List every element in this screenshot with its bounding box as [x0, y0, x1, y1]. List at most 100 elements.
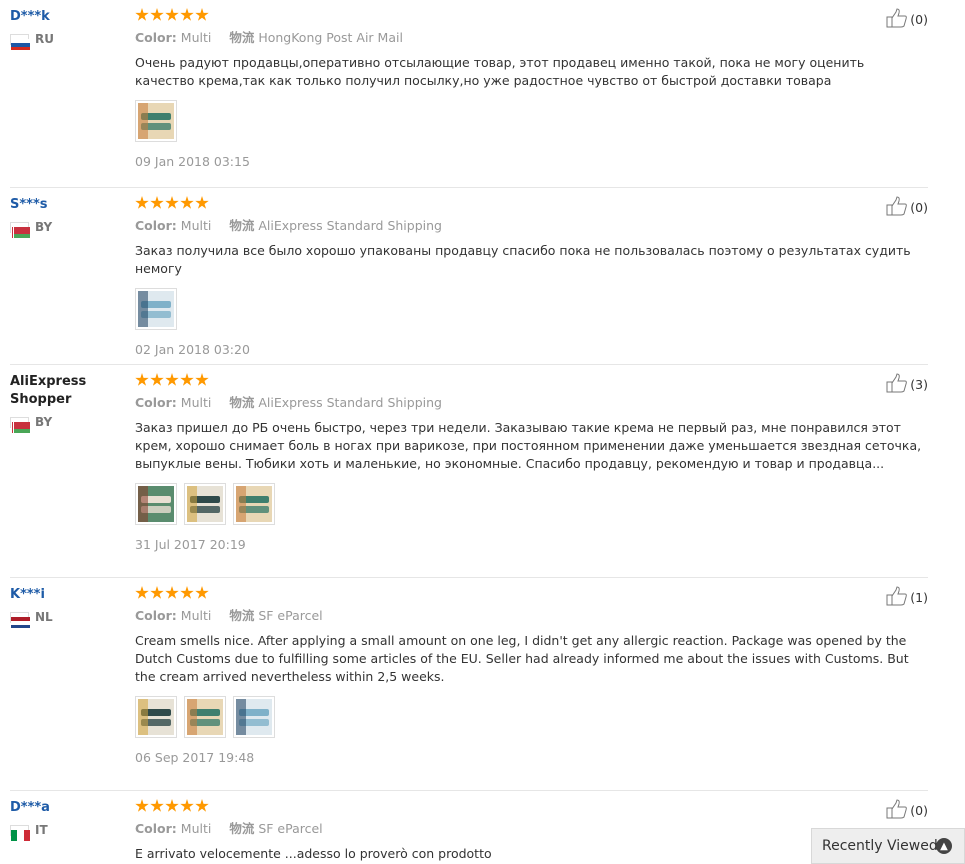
- review-photo-thumbnail[interactable]: [233, 483, 275, 525]
- reviewer-country: RU: [10, 32, 125, 50]
- star-icon: [180, 586, 194, 599]
- star-icon: [180, 799, 194, 812]
- color-label: Color:: [135, 608, 177, 623]
- review-photo-thumbnail[interactable]: [233, 696, 275, 738]
- shipping-label: 物流: [229, 821, 255, 836]
- reviewer-name[interactable]: D***a: [10, 799, 125, 817]
- review-item: K***i NL Color: Multi 物流 SF eParcel Crea…: [0, 578, 928, 791]
- star-icon: [195, 586, 209, 599]
- color-value: Multi: [180, 395, 212, 410]
- reviewer-country: BY: [10, 415, 125, 433]
- shipping-value: AliExpress Standard Shipping: [258, 395, 442, 410]
- thumbs-up-icon[interactable]: [886, 373, 910, 396]
- helpful-count: (1): [910, 590, 928, 605]
- helpful-count: (0): [910, 200, 928, 215]
- thumbs-up-icon[interactable]: [886, 799, 910, 822]
- star-rating: [135, 194, 925, 212]
- recently-viewed-label: Recently Viewed: [822, 838, 938, 854]
- review-text: Заказ получила все было хорошо упакованы…: [135, 243, 911, 276]
- reviewer-name[interactable]: K***i: [10, 586, 125, 604]
- helpful-button[interactable]: (0): [886, 799, 928, 822]
- review-photo-thumbnail[interactable]: [135, 100, 177, 142]
- review-photo-thumbnail[interactable]: [184, 483, 226, 525]
- star-icon: [135, 373, 149, 386]
- reviewer-country: IT: [10, 823, 125, 841]
- star-rating: [135, 371, 925, 389]
- shipping-label: 物流: [229, 218, 255, 233]
- country-code: RU: [35, 32, 54, 46]
- star-icon: [195, 8, 209, 21]
- helpful-count: (0): [910, 803, 928, 818]
- star-icon: [165, 8, 179, 21]
- by-flag-icon: [10, 416, 30, 433]
- helpful-count: (0): [910, 12, 928, 27]
- color-value: Multi: [180, 30, 212, 45]
- nl-flag-icon: [10, 611, 30, 628]
- helpful-button[interactable]: (0): [886, 196, 928, 219]
- review-item: D***k RU Color: Multi 物流 HongKong Post A…: [0, 0, 928, 188]
- country-code: BY: [35, 220, 53, 234]
- review-body: Color: Multi 物流 HongKong Post Air Mail О…: [135, 6, 925, 169]
- it-flag-icon: [10, 824, 30, 841]
- star-icon: [135, 196, 149, 209]
- chevron-up-icon[interactable]: ▲: [936, 838, 952, 854]
- helpful-button[interactable]: (0): [886, 8, 928, 31]
- review-photo-thumbnail[interactable]: [184, 696, 226, 738]
- review-photos: [135, 100, 925, 142]
- by-flag-icon: [10, 221, 30, 238]
- reviewer-info: D***a IT: [10, 799, 125, 841]
- shipping-label: 物流: [229, 395, 255, 410]
- country-code: IT: [35, 823, 48, 837]
- review-photo-thumbnail[interactable]: [135, 288, 177, 330]
- review-text: Cream smells nice. After applying a smal…: [135, 633, 909, 684]
- reviewer-name: AliExpress Shopper: [10, 374, 87, 407]
- review-photos: [135, 288, 925, 330]
- color-label: Color:: [135, 821, 177, 836]
- reviewer-name[interactable]: D***k: [10, 8, 125, 26]
- thumbs-up-icon[interactable]: [886, 8, 910, 31]
- review-date: 09 Jan 2018 03:15: [135, 154, 250, 169]
- review-photo-thumbnail[interactable]: [135, 696, 177, 738]
- star-icon: [165, 586, 179, 599]
- star-icon: [165, 196, 179, 209]
- reviewer-country: NL: [10, 610, 125, 628]
- review-body: Color: Multi 物流 AliExpress Standard Ship…: [135, 371, 925, 552]
- review-date: 31 Jul 2017 20:19: [135, 537, 246, 552]
- review-item: D***a IT Color: Multi 物流 SF eParcel E ar…: [0, 791, 928, 864]
- color-label: Color:: [135, 218, 177, 233]
- reviewer-name[interactable]: S***s: [10, 196, 125, 214]
- star-icon: [150, 586, 164, 599]
- review-item: AliExpress Shopper BY Color: Multi 物流 Al…: [0, 365, 928, 578]
- color-label: Color:: [135, 30, 177, 45]
- thumbs-up-icon[interactable]: [886, 196, 910, 219]
- reviewer-info: S***s BY: [10, 196, 125, 238]
- star-icon: [135, 586, 149, 599]
- review-photos: [135, 696, 925, 738]
- star-rating: [135, 797, 925, 815]
- star-icon: [135, 8, 149, 21]
- color-value: Multi: [180, 608, 212, 623]
- review-text: Очень радуют продавцы,оперативно отсылаю…: [135, 55, 865, 88]
- recently-viewed-bar[interactable]: Recently Viewed ▲: [811, 828, 965, 864]
- star-icon: [195, 373, 209, 386]
- reviewer-country: BY: [10, 220, 125, 238]
- review-body: Color: Multi 物流 SF eParcel Cream smells …: [135, 584, 925, 765]
- review-body: Color: Multi 物流 SF eParcel E arrivato ve…: [135, 797, 925, 863]
- star-icon: [150, 8, 164, 21]
- helpful-button[interactable]: (1): [886, 586, 928, 609]
- star-rating: [135, 584, 925, 602]
- shipping-label: 物流: [229, 608, 255, 623]
- country-code: BY: [35, 415, 53, 429]
- review-photo-thumbnail[interactable]: [135, 483, 177, 525]
- color-value: Multi: [180, 821, 212, 836]
- reviewer-info: D***k RU: [10, 8, 125, 50]
- helpful-button[interactable]: (3): [886, 373, 928, 396]
- review-attributes: Color: Multi 物流 AliExpress Standard Ship…: [135, 394, 925, 412]
- star-icon: [195, 196, 209, 209]
- helpful-count: (3): [910, 377, 928, 392]
- thumbs-up-icon[interactable]: [886, 586, 910, 609]
- review-attributes: Color: Multi 物流 AliExpress Standard Ship…: [135, 217, 925, 235]
- review-body: Color: Multi 物流 AliExpress Standard Ship…: [135, 194, 925, 357]
- star-icon: [165, 373, 179, 386]
- review-attributes: Color: Multi 物流 SF eParcel: [135, 607, 925, 625]
